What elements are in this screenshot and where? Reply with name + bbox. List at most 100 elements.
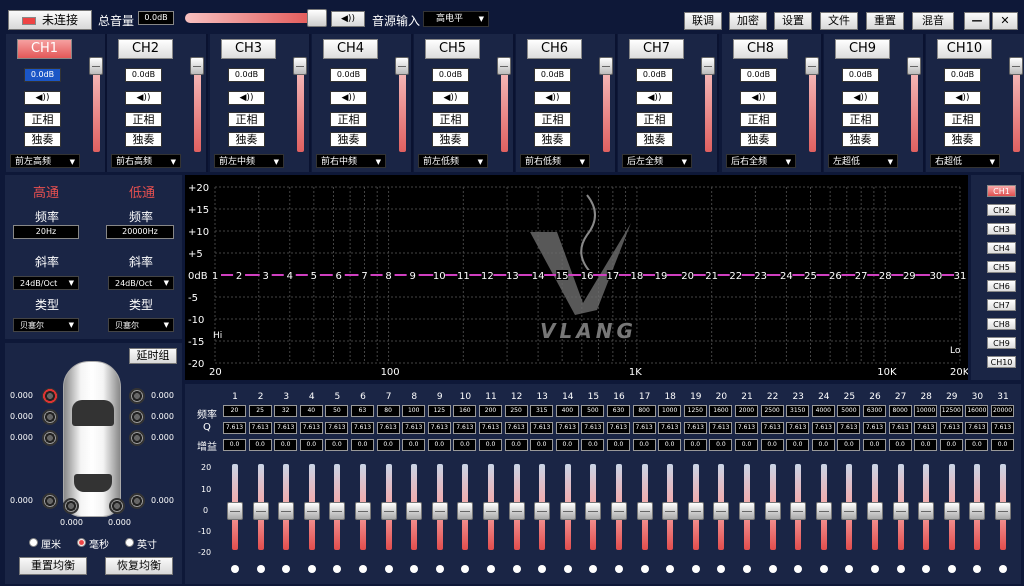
speaker-sub-right[interactable] [109,498,125,514]
speaker-front-right-high[interactable] [129,388,145,404]
eq-band-gain-input[interactable]: 0.0 [939,439,963,451]
eq-band-q-input[interactable]: 7.613 [248,422,272,434]
eq-band-gain-input[interactable]: 0.0 [530,439,554,451]
eq-band-gain-input[interactable]: 0.0 [479,439,502,451]
eq-band-freq-input[interactable]: 315 [530,405,554,417]
eq-band-gain-knob[interactable] [457,502,474,520]
channel-list-item[interactable]: CH8 [987,318,1016,330]
channel-volume-knob[interactable] [497,57,511,75]
eq-band-gain-input[interactable]: 0.0 [760,439,784,451]
channel-volume-track[interactable] [809,64,816,152]
eq-band-q-input[interactable]: 7.613 [325,422,349,434]
channel-volume-track[interactable] [501,64,508,152]
speaker-front-left-high[interactable] [42,388,58,404]
channel-list-item[interactable]: CH7 [987,299,1016,311]
eq-band-gain-input[interactable]: 0.0 [299,439,323,451]
highpass-slope-select[interactable]: 24dB/Oct ▼ [13,276,79,290]
eq-band-q-input[interactable]: 7.613 [402,422,426,434]
highpass-freq-input[interactable]: 20Hz [13,225,79,239]
eq-band-bypass-dot[interactable] [717,565,726,573]
eq-band-q-input[interactable]: 7.613 [914,422,938,434]
eq-band-bypass-dot[interactable] [743,565,751,573]
eq-band-freq-input[interactable]: 8000 [888,405,912,417]
channel-name-button[interactable]: CH6 [527,39,582,59]
eq-band-gain-knob[interactable] [739,502,755,520]
eq-band-gain-knob[interactable] [662,502,679,520]
minimize-button[interactable]: — [964,12,990,30]
channel-mute-button[interactable]: ◀)) [125,91,162,105]
unit-ms-radio[interactable] [77,538,86,547]
eq-band-gain-knob[interactable] [815,502,832,520]
channel-phase-button[interactable]: 正相 [432,112,469,127]
eq-band-freq-input[interactable]: 630 [607,405,630,417]
eq-band-bypass-dot[interactable] [589,565,598,573]
eq-band-freq-input[interactable]: 20000 [991,405,1014,417]
channel-mute-button[interactable]: ◀)) [842,91,879,105]
eq-band-freq-input[interactable]: 1600 [709,405,733,417]
eq-band-freq-input[interactable]: 100 [402,405,426,417]
eq-band-gain-knob[interactable] [611,502,627,520]
channel-volume-knob[interactable] [907,57,921,75]
eq-band-freq-input[interactable]: 200 [479,405,502,417]
channel-assign-select[interactable]: 前右高频 ▼ [111,154,181,168]
file-button[interactable]: 文件 [820,12,858,30]
channel-mute-button[interactable]: ◀)) [534,91,571,105]
eq-band-gain-input[interactable]: 0.0 [991,439,1014,451]
eq-band-gain-knob[interactable] [431,502,448,520]
eq-band-freq-input[interactable]: 6300 [863,405,886,417]
channel-phase-button[interactable]: 正相 [740,112,777,127]
eq-band-gain-knob[interactable] [303,502,320,520]
eq-band-gain-knob[interactable] [406,502,423,520]
delay-group-button[interactable]: 延时组 [129,348,177,364]
eq-band-q-input[interactable]: 7.613 [530,422,554,434]
eq-band-q-input[interactable]: 7.613 [504,422,528,434]
eq-band-gain-knob[interactable] [278,502,295,520]
eq-band-gain-knob[interactable] [508,502,525,520]
channel-list-item[interactable]: CH9 [987,337,1016,349]
channel-list-item[interactable]: CH4 [987,242,1016,254]
eq-band-bypass-dot[interactable] [538,565,547,573]
eq-band-gain-input[interactable]: 0.0 [863,439,886,451]
channel-assign-select[interactable]: 后右全频 ▼ [726,154,796,168]
eq-band-gain-input[interactable]: 0.0 [351,439,374,451]
eq-band-freq-input[interactable]: 400 [555,405,579,417]
eq-band-q-input[interactable]: 7.613 [786,422,810,434]
channel-assign-select[interactable]: 前左中频 ▼ [214,154,284,168]
eq-band-gain-knob[interactable] [483,502,499,520]
eq-band-q-input[interactable]: 7.613 [632,422,656,434]
eq-band-bypass-dot[interactable] [666,565,675,573]
speaker-rear-left[interactable] [42,493,58,509]
channel-solo-button[interactable]: 独奏 [740,132,777,147]
highpass-type-select[interactable]: 贝塞尔 ▼ [13,318,79,332]
eq-band-freq-input[interactable]: 1250 [683,405,707,417]
eq-band-freq-input[interactable]: 800 [632,405,656,417]
channel-list-item[interactable]: CH2 [987,204,1016,216]
eq-band-gain-knob[interactable] [636,502,653,520]
unit-inch-radio[interactable] [125,538,134,547]
channel-phase-button[interactable]: 正相 [330,112,367,127]
eq-band-bypass-dot[interactable] [896,565,905,573]
master-mute-button[interactable]: ◀)) [331,11,365,27]
channel-volume-track[interactable] [93,64,100,152]
channel-volume-input[interactable]: 0.0dB [330,68,367,82]
eq-band-bypass-dot[interactable] [333,565,342,573]
eq-band-q-input[interactable]: 7.613 [939,422,963,434]
eq-band-gain-input[interactable]: 0.0 [427,439,451,451]
eq-band-gain-input[interactable]: 0.0 [274,439,298,451]
eq-band-freq-input[interactable]: 40 [299,405,323,417]
eq-band-q-input[interactable]: 7.613 [223,422,246,434]
channel-list-item[interactable]: CH5 [987,261,1016,273]
channel-mute-button[interactable]: ◀)) [228,91,265,105]
channel-volume-input[interactable]: 0.0dB [534,68,571,82]
eq-band-gain-knob[interactable] [867,502,883,520]
master-volume-slider[interactable] [185,9,327,27]
channel-mute-button[interactable]: ◀)) [740,91,777,105]
eq-band-freq-input[interactable]: 5000 [837,405,861,417]
unit-cm-radio[interactable] [29,538,38,547]
eq-band-q-input[interactable]: 7.613 [658,422,682,434]
link-button[interactable]: 联调 [684,12,722,30]
source-input-select[interactable]: 高电平 ▼ [423,11,489,27]
close-button[interactable]: ✕ [992,12,1018,30]
channel-volume-track[interactable] [705,64,712,152]
channel-solo-button[interactable]: 独奏 [125,132,162,147]
